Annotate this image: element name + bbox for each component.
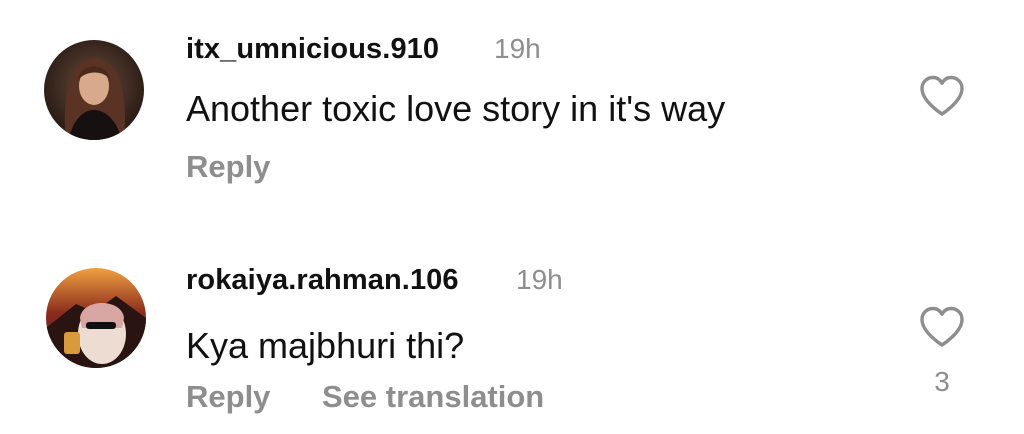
timestamp: 19h [494,33,541,64]
username[interactable]: rokaiya.rahman.106 [186,264,459,297]
comment-item: itx_umnicious.910 19h Another toxic love… [0,0,1024,200]
comment-text: Another toxic love story in it's way [186,88,726,129]
avatar-image [44,40,144,140]
heart-outline-icon [920,306,964,347]
comment-item: rokaiya.rahman.106 19h Kya majbhuri thi?… [0,232,1024,432]
avatar[interactable] [44,40,144,140]
like-button[interactable] [918,305,966,349]
comment-text: Kya majbhuri thi? [186,325,465,366]
like-count: 3 [934,366,950,397]
username[interactable]: itx_umnicious.910 [186,33,439,66]
heart-outline-icon [920,75,964,116]
reply-button[interactable]: Reply [186,149,270,185]
reply-button[interactable]: Reply [186,379,270,415]
avatar[interactable] [46,268,146,368]
see-translation-button[interactable]: See translation [322,379,544,415]
avatar-image [46,268,146,368]
timestamp: 19h [516,264,563,295]
like-button[interactable] [918,74,966,118]
